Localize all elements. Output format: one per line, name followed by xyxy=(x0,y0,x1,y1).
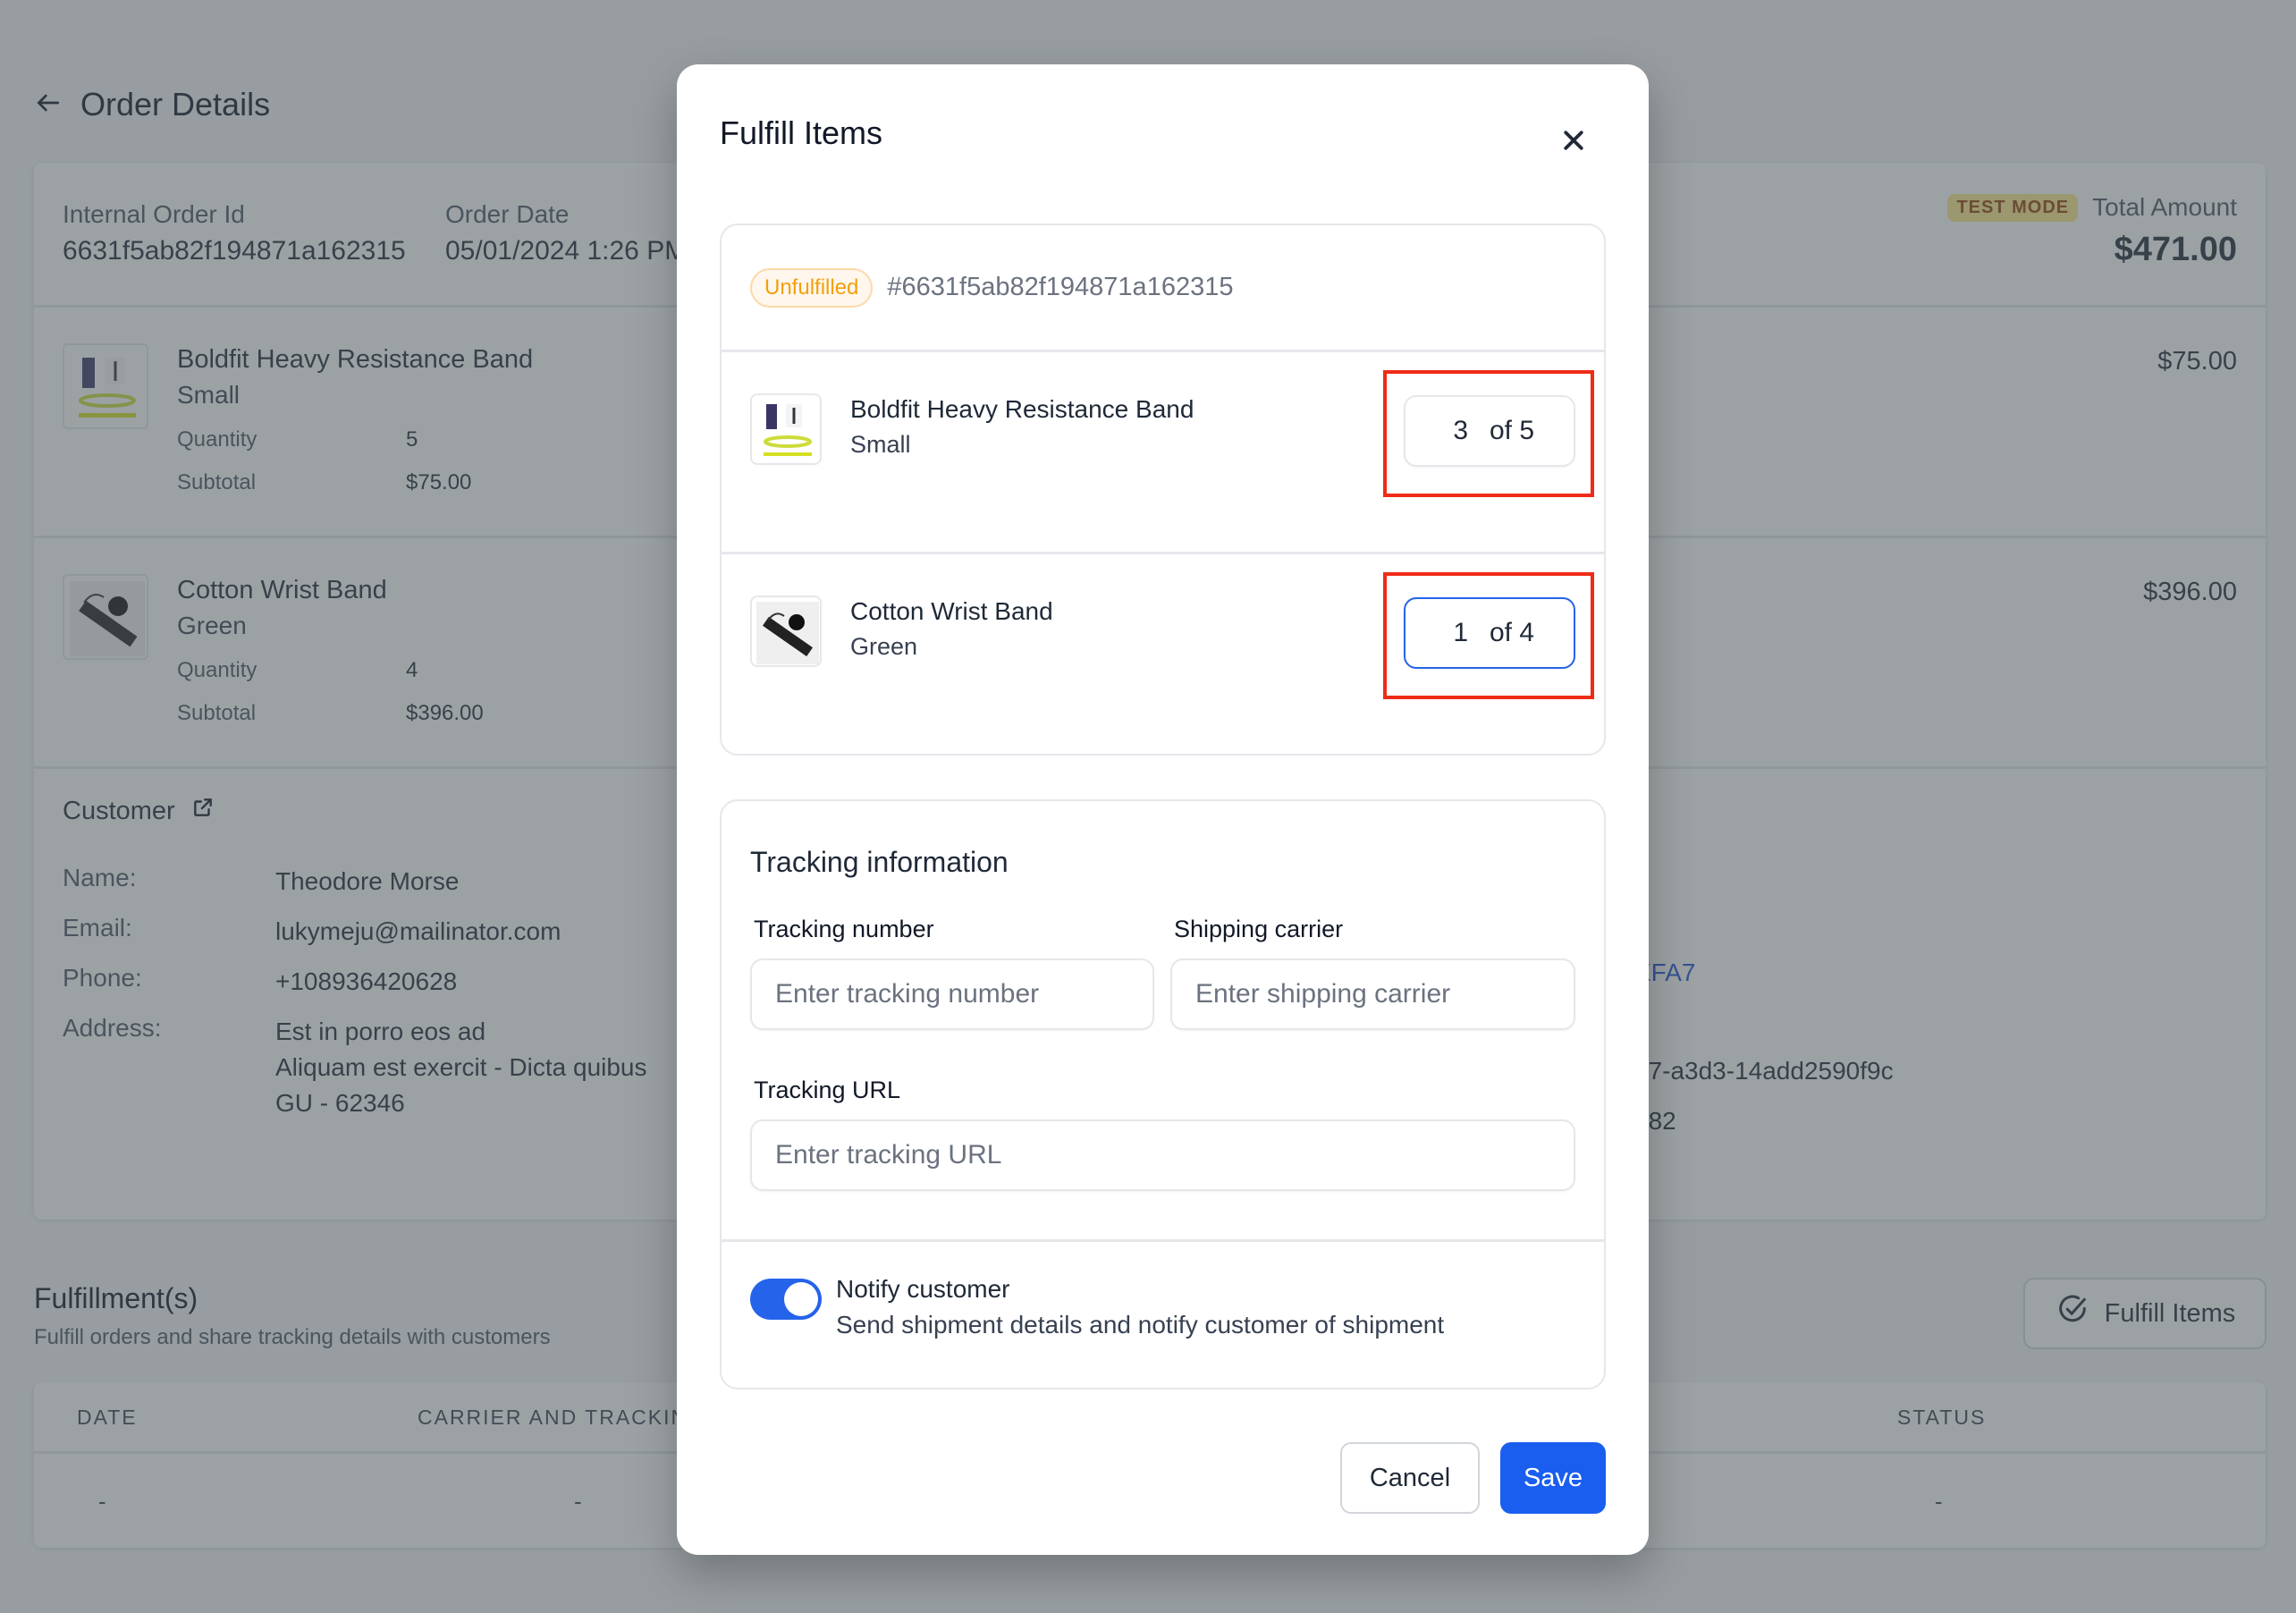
tracking-section: Tracking information Tracking number Shi… xyxy=(720,799,1606,1389)
notify-customer-toggle[interactable] xyxy=(750,1279,822,1320)
fulfill-item-row: Cotton Wrist Band Green of 4 xyxy=(722,554,1604,756)
order-reference: #6631f5ab82f194871a162315 xyxy=(887,273,1234,301)
close-icon xyxy=(1564,131,1583,150)
product-thumbnail xyxy=(750,595,822,667)
shipping-carrier-input[interactable] xyxy=(1170,959,1575,1030)
toggle-knob xyxy=(784,1282,818,1316)
modal-title: Fulfill Items xyxy=(720,114,883,151)
tracking-title: Tracking information xyxy=(750,846,1009,878)
fulfill-item-variant: Green xyxy=(850,633,918,660)
notify-customer-description: Send shipment details and notify custome… xyxy=(836,1311,1445,1339)
fulfill-item-name: Cotton Wrist Band xyxy=(850,597,1053,625)
divider xyxy=(722,1239,1604,1242)
highlight-box xyxy=(1383,572,1594,699)
tracking-url-input[interactable] xyxy=(750,1119,1575,1191)
unfulfilled-badge: Unfulfilled xyxy=(750,267,874,308)
fulfill-items-modal: Fulfill Items Unfulfilled #6631f5ab82f19… xyxy=(677,64,1649,1555)
items-section: Unfulfilled #6631f5ab82f194871a162315 Bo… xyxy=(720,224,1606,756)
cancel-button[interactable]: Cancel xyxy=(1340,1442,1480,1514)
fulfill-item-name: Boldfit Heavy Resistance Band xyxy=(850,395,1194,423)
shipping-carrier-label: Shipping carrier xyxy=(1174,916,1344,942)
save-button[interactable]: Save xyxy=(1500,1442,1606,1514)
items-header: Unfulfilled #6631f5ab82f194871a162315 xyxy=(722,225,1604,352)
product-thumbnail xyxy=(750,393,822,465)
notify-customer-label: Notify customer xyxy=(836,1275,1010,1303)
tracking-number-label: Tracking number xyxy=(754,916,934,942)
highlight-box xyxy=(1383,370,1594,497)
tracking-number-input[interactable] xyxy=(750,959,1154,1030)
tracking-url-label: Tracking URL xyxy=(754,1077,901,1103)
fulfill-item-variant: Small xyxy=(850,431,911,458)
close-button[interactable] xyxy=(1551,118,1596,163)
fulfill-item-row: Boldfit Heavy Resistance Band Small of 5 xyxy=(722,352,1604,554)
